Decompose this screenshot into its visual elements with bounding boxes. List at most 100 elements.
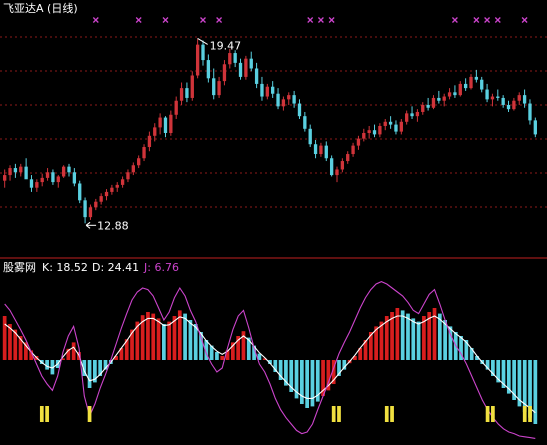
candle-body	[179, 88, 184, 101]
candle-body	[45, 172, 50, 178]
candle-body	[533, 120, 537, 135]
candle-body	[469, 76, 473, 89]
signal-bar	[528, 406, 532, 422]
candle-body	[490, 96, 495, 100]
high-price-label: 19.47	[210, 39, 242, 52]
candle-body	[303, 116, 307, 129]
indicator-bar	[162, 324, 166, 360]
candle-body	[78, 183, 82, 201]
indicator-bar	[156, 318, 161, 360]
indicator-bar	[299, 360, 304, 404]
indicator-bar	[215, 352, 219, 360]
candle-body	[67, 166, 71, 173]
signal-bar	[331, 406, 336, 422]
indicator-bar	[400, 310, 405, 360]
candle-body	[528, 103, 532, 121]
candle-body	[72, 172, 77, 184]
candle-body	[522, 95, 527, 104]
main-chart-title: 飞亚达A (日线)	[3, 1, 78, 15]
candle-body	[415, 111, 420, 117]
candle-body	[388, 121, 393, 125]
candle-body	[501, 97, 505, 105]
signal-bar	[39, 406, 44, 422]
candle-body	[99, 196, 103, 202]
candle-body	[506, 104, 511, 110]
indicator-bar	[379, 321, 384, 360]
candle-body	[485, 89, 489, 100]
k-value-label: K: 18.52	[42, 261, 88, 274]
candle-body	[120, 179, 125, 185]
candle-body	[158, 117, 162, 128]
candle-body	[212, 78, 216, 96]
indicator-bar	[443, 320, 447, 360]
candle-body	[94, 201, 98, 208]
candle-body	[517, 95, 521, 101]
candle-body	[447, 92, 452, 97]
candle-body	[426, 104, 430, 108]
candle-body	[195, 44, 200, 76]
candle-body	[137, 158, 141, 166]
top-markers-group	[92, 17, 528, 23]
candle-body	[260, 83, 264, 97]
candle-body	[265, 86, 269, 97]
candle-body	[244, 58, 248, 77]
candle-body	[142, 147, 146, 159]
candle-body	[463, 83, 468, 89]
indicator-bar	[533, 360, 538, 424]
candle-body	[201, 44, 205, 61]
indicator-bar	[310, 360, 315, 407]
candle-body	[104, 191, 109, 197]
candle-body	[238, 62, 243, 77]
signal-bar	[384, 406, 389, 422]
indicator-bar	[87, 360, 92, 388]
kline-chart-svg: 19.47 12.88 飞亚达A (日线) 股雾网 K: 18.52 D: 24.…	[0, 1, 547, 439]
indicator-bar	[167, 321, 172, 360]
candle-body	[51, 172, 55, 183]
candle-body	[405, 113, 409, 122]
candle-body	[83, 200, 87, 218]
candle-body	[254, 68, 259, 84]
indicator-bar	[172, 316, 177, 360]
candle-body	[458, 83, 462, 96]
candle-body	[147, 135, 152, 148]
candle-body	[383, 121, 387, 126]
candle-body	[367, 130, 371, 133]
indicator-bar	[183, 313, 187, 360]
candle-body	[297, 103, 302, 117]
main-grid	[0, 36, 547, 208]
candle-body	[453, 92, 457, 96]
signal-bar	[485, 406, 490, 422]
indicator-bar	[416, 321, 421, 360]
candle-body	[190, 75, 194, 98]
candle-body	[228, 53, 232, 65]
candle-body	[351, 145, 355, 155]
candle-body	[13, 168, 18, 173]
candle-body	[40, 177, 44, 183]
candle-body	[185, 88, 189, 98]
candle-body	[249, 58, 253, 69]
signal-bar	[87, 406, 92, 422]
candle-body	[217, 81, 221, 96]
candle-body	[163, 117, 168, 133]
signal-bar	[390, 406, 394, 422]
candle-body	[480, 79, 484, 90]
candle-body	[276, 93, 280, 107]
candle-body	[313, 144, 318, 155]
candle-body	[362, 133, 366, 139]
candle-body	[61, 166, 66, 177]
indicator-bar	[71, 342, 76, 360]
candle-body	[324, 145, 328, 159]
indicator-bar	[411, 318, 416, 360]
indicator-bar	[151, 313, 156, 360]
signal-bar	[337, 406, 341, 422]
signal-bar	[522, 406, 527, 422]
indicator-bar	[305, 360, 310, 408]
candle-body	[399, 121, 403, 132]
signal-bar	[491, 406, 495, 422]
candle-body	[169, 114, 173, 133]
candle-body	[110, 187, 114, 192]
candle-body	[56, 176, 60, 183]
indicator-title: 股雾网	[3, 261, 36, 274]
candles-group	[3, 38, 537, 224]
candle-body	[442, 96, 446, 101]
